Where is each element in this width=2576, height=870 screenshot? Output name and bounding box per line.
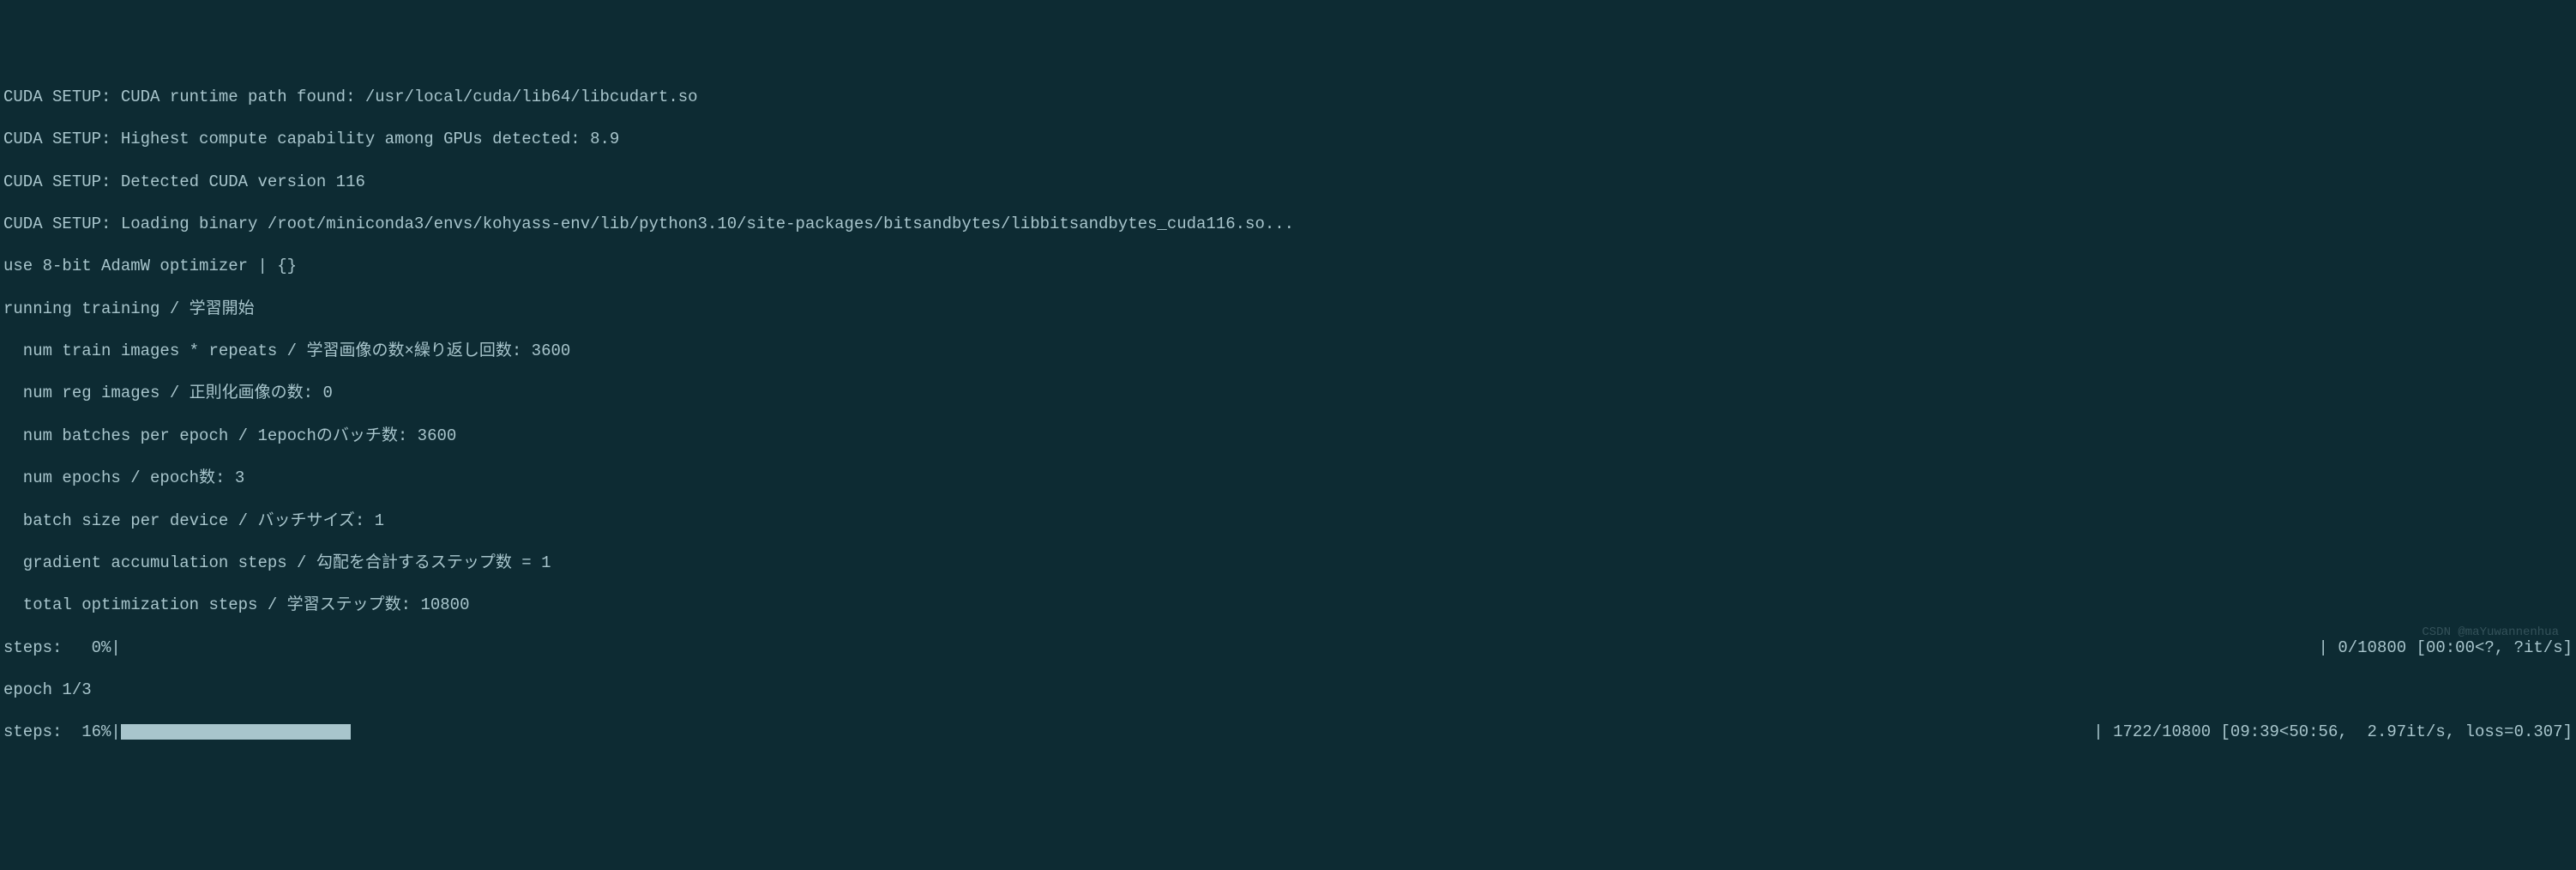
progress-bar-initial: steps: 0%| | 0/10800 [00:00<?, ?it/s] — [3, 637, 2573, 659]
progress-initial-right: | 0/10800 [00:00<?, ?it/s] — [2319, 637, 2573, 659]
terminal-line-cuda-capability: CUDA SETUP: Highest compute capability a… — [3, 129, 2573, 150]
terminal-line-cuda-path: CUDA SETUP: CUDA runtime path found: /us… — [3, 87, 2573, 108]
terminal-line-epochs: num epochs / epoch数: 3 — [3, 468, 2573, 489]
progress-bar-fill — [121, 724, 351, 740]
progress-initial-left: steps: 0%| — [3, 637, 121, 659]
terminal-line-cuda-loading: CUDA SETUP: Loading binary /root/minicon… — [3, 214, 2573, 235]
progress-current-left: steps: 16%| — [3, 722, 121, 741]
watermark: CSDN @maYuwannenhua — [2422, 625, 2559, 640]
terminal-line-batch-size: batch size per device / バッチサイズ: 1 — [3, 511, 2573, 532]
terminal-line-running-training: running training / 学習開始 — [3, 299, 2573, 320]
terminal-line-cuda-version: CUDA SETUP: Detected CUDA version 116 — [3, 172, 2573, 193]
terminal-line-train-images: num train images * repeats / 学習画像の数×繰り返し… — [3, 341, 2573, 362]
terminal-line-reg-images: num reg images / 正則化画像の数: 0 — [3, 383, 2573, 404]
progress-bar-current: steps: 16%| | 1722/10800 [09:39<50:56, 2… — [3, 722, 2573, 743]
terminal-line-epoch: epoch 1/3 — [3, 680, 2573, 701]
progress-current-right: | 1722/10800 [09:39<50:56, 2.97it/s, los… — [2093, 722, 2573, 743]
progress-current-left-wrap: steps: 16%| — [3, 722, 351, 743]
terminal-line-batches: num batches per epoch / 1epochのバッチ数: 360… — [3, 426, 2573, 447]
terminal-line-optimizer: use 8-bit AdamW optimizer | {} — [3, 256, 2573, 277]
terminal-line-total-steps: total optimization steps / 学習ステップ数: 1080… — [3, 595, 2573, 616]
terminal-line-grad-accum: gradient accumulation steps / 勾配を合計するステッ… — [3, 553, 2573, 574]
